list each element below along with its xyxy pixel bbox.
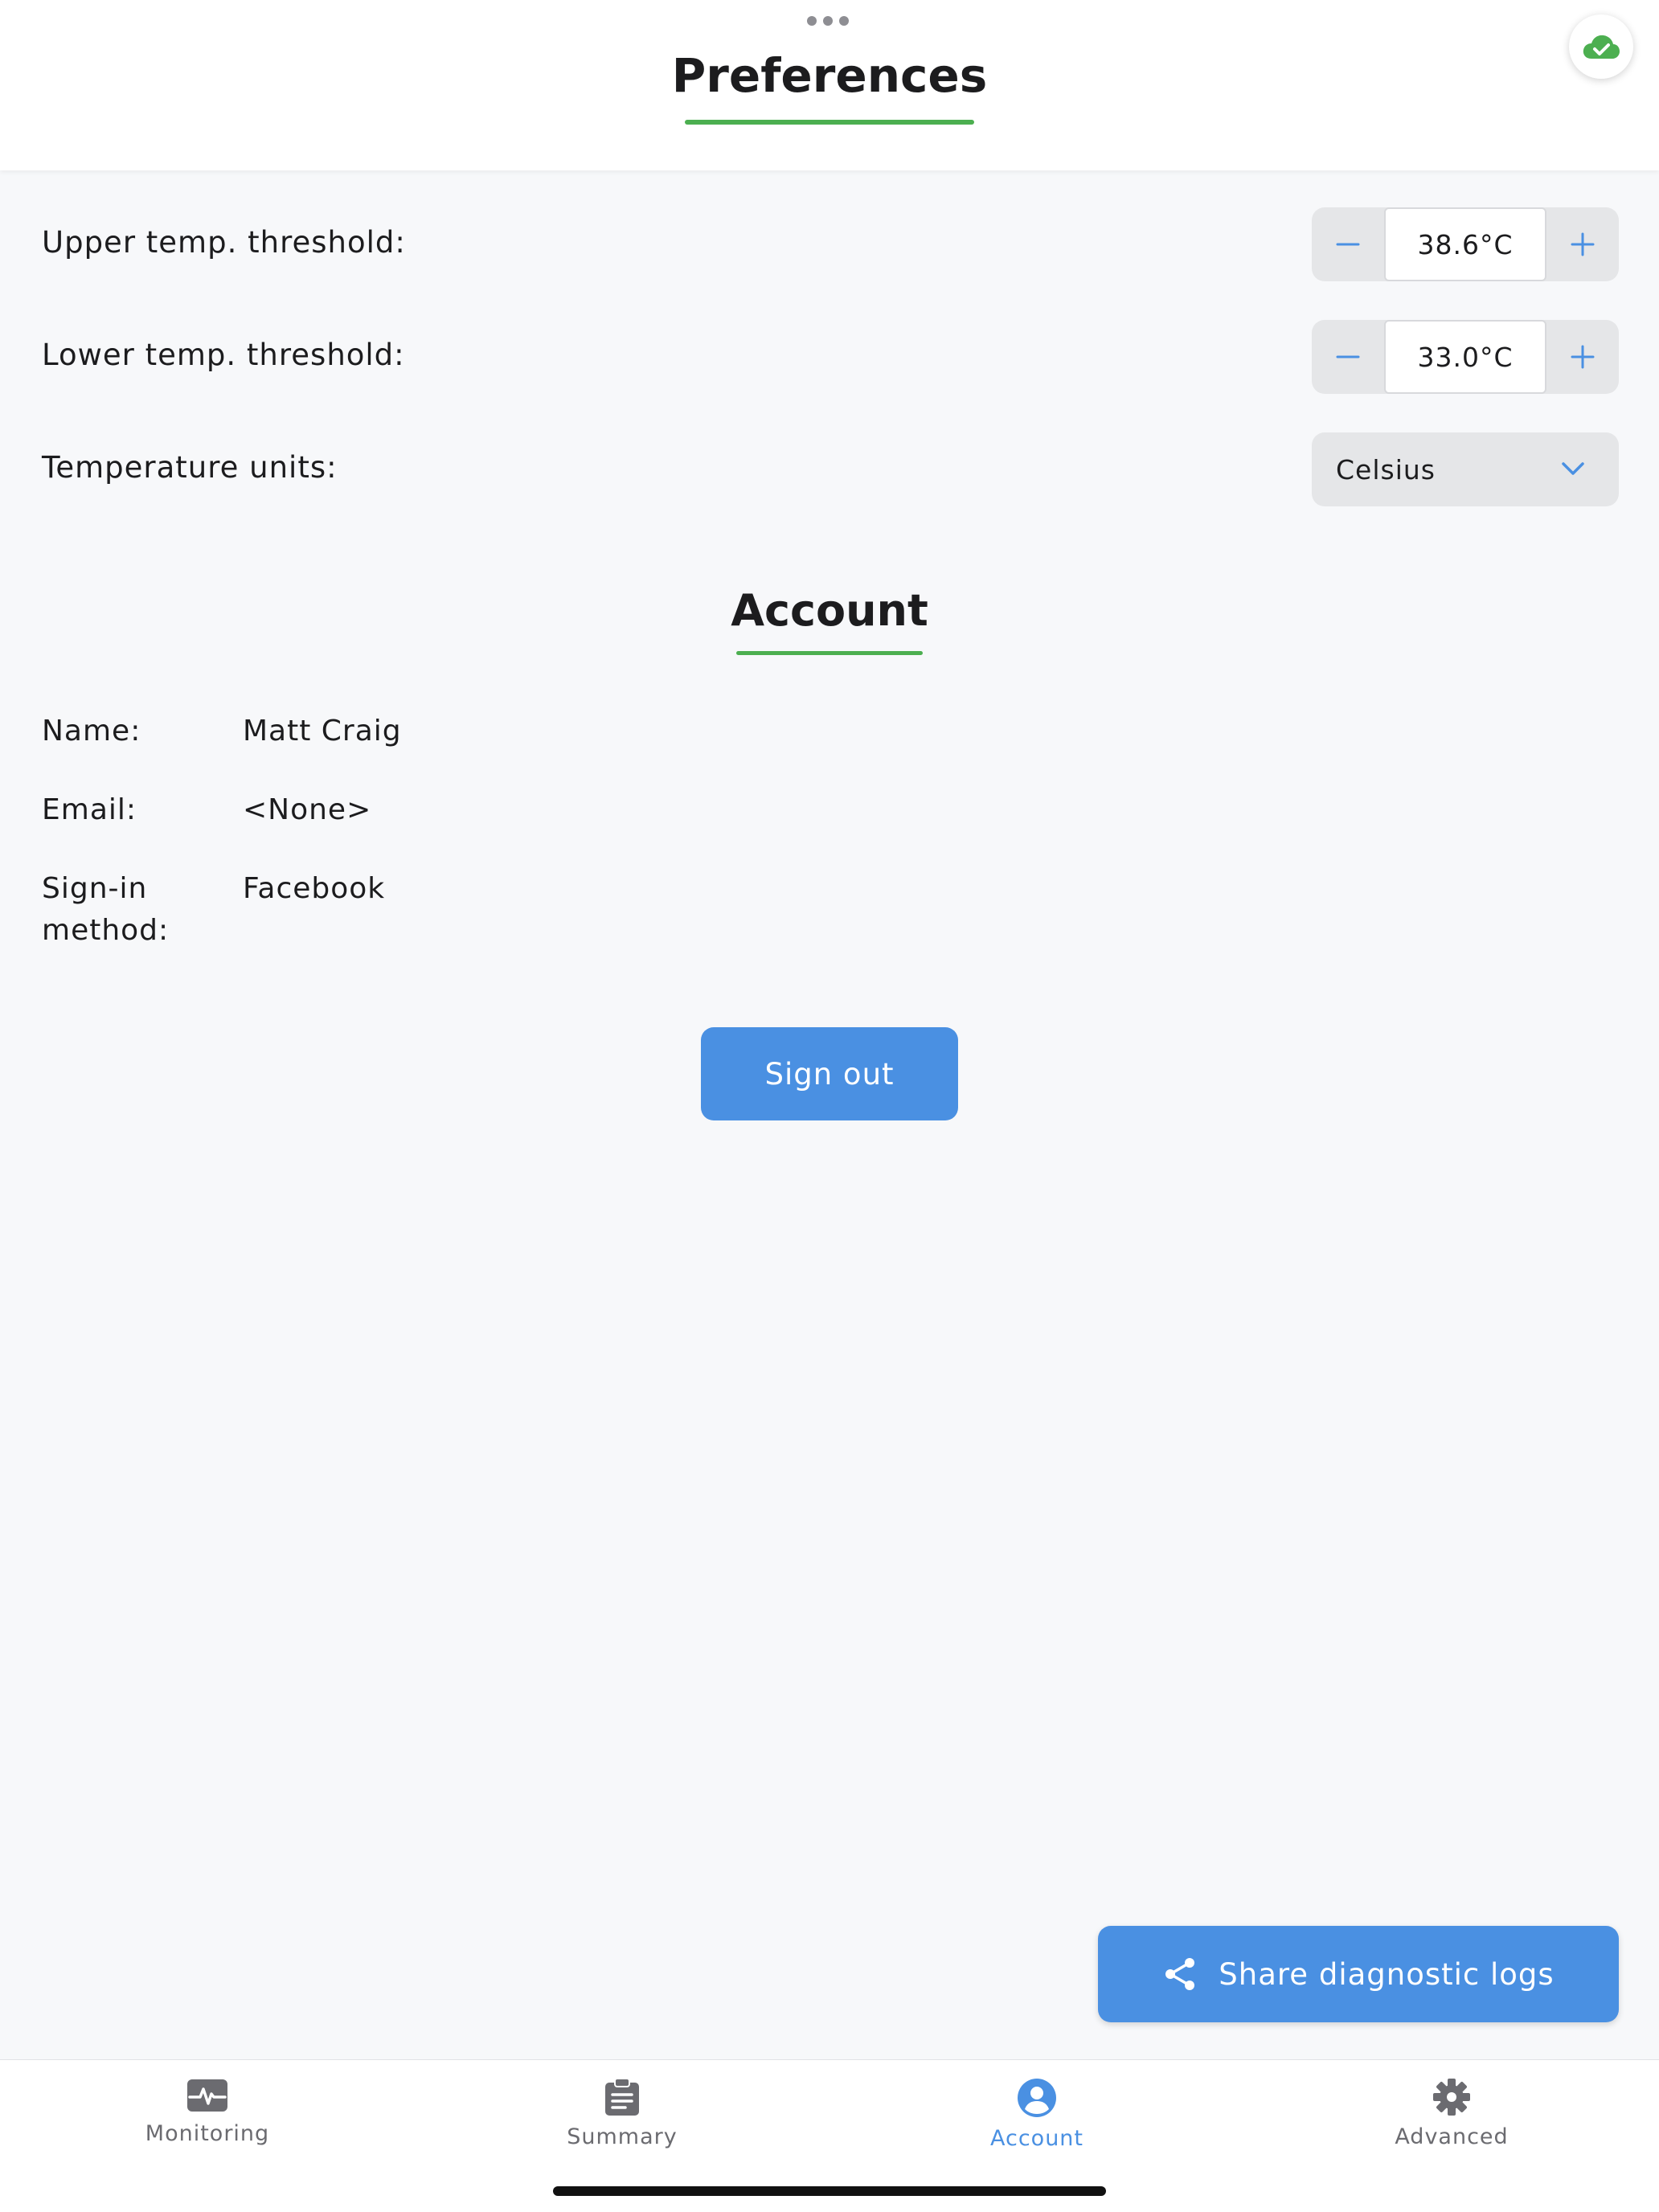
cloud-check-icon <box>1583 35 1620 59</box>
email-label: Email: <box>42 793 137 826</box>
chevron-down-icon <box>1562 462 1584 475</box>
gear-icon <box>1433 2079 1470 2116</box>
tab-monitoring-label: Monitoring <box>145 2121 270 2146</box>
sign-out-button[interactable]: Sign out <box>701 1027 958 1120</box>
upper-threshold-value[interactable]: 38.6°C <box>1384 207 1546 281</box>
signin-method-value: Facebook <box>243 872 386 905</box>
tab-monitoring[interactable]: Monitoring <box>0 2060 415 2173</box>
upper-decrement-button[interactable] <box>1312 207 1384 281</box>
lower-decrement-button[interactable] <box>1312 320 1384 394</box>
account-icon <box>1018 2079 1056 2117</box>
page-title: Preferences <box>671 48 988 103</box>
upper-threshold-stepper: 38.6°C <box>1312 207 1619 281</box>
signin-label-line2: method: <box>42 914 170 947</box>
temperature-units-selected: Celsius <box>1336 453 1436 485</box>
account-section-title: Account <box>731 585 928 636</box>
name-value: Matt Craig <box>243 715 402 748</box>
tab-advanced-label: Advanced <box>1395 2124 1509 2149</box>
share-diagnostic-logs-label: Share diagnostic logs <box>1219 1956 1555 1992</box>
upper-threshold-label: Upper temp. threshold: <box>42 225 406 260</box>
email-value: <None> <box>243 793 372 826</box>
plus-icon <box>1571 345 1595 369</box>
upper-increment-button[interactable] <box>1546 207 1619 281</box>
lower-threshold-stepper: 33.0°C <box>1312 320 1619 394</box>
account-title-underline <box>736 651 923 655</box>
more-dots-icon[interactable] <box>807 16 849 26</box>
plus-icon <box>1571 232 1595 256</box>
share-diagnostic-logs-button[interactable]: Share diagnostic logs <box>1098 1926 1619 2022</box>
minus-icon <box>1336 243 1360 246</box>
clipboard-icon <box>605 2078 639 2116</box>
temperature-units-label: Temperature units: <box>42 450 338 485</box>
monitor-heartbeat-icon <box>187 2079 227 2112</box>
app-screen: Preferences Upper temp. threshold: 38.6°… <box>0 0 1659 2212</box>
minus-icon <box>1336 355 1360 358</box>
name-label: Name: <box>42 715 141 748</box>
title-underline <box>685 120 974 125</box>
tab-account[interactable]: Account <box>830 2060 1244 2173</box>
tab-summary-label: Summary <box>567 2124 678 2149</box>
share-icon <box>1165 1958 1195 1990</box>
home-indicator[interactable] <box>553 2186 1106 2196</box>
temperature-units-dropdown[interactable]: Celsius <box>1312 432 1619 506</box>
tab-summary[interactable]: Summary <box>415 2060 830 2173</box>
cloud-sync-button[interactable] <box>1569 14 1633 79</box>
lower-increment-button[interactable] <box>1546 320 1619 394</box>
header: Preferences <box>0 0 1659 170</box>
signin-label-line1: Sign-in <box>42 872 148 905</box>
signin-method-label: Sign-in method: <box>42 868 169 952</box>
lower-threshold-label: Lower temp. threshold: <box>42 338 405 372</box>
lower-threshold-value[interactable]: 33.0°C <box>1384 320 1546 394</box>
tab-account-label: Account <box>989 2126 1083 2151</box>
tab-advanced[interactable]: Advanced <box>1244 2060 1659 2173</box>
